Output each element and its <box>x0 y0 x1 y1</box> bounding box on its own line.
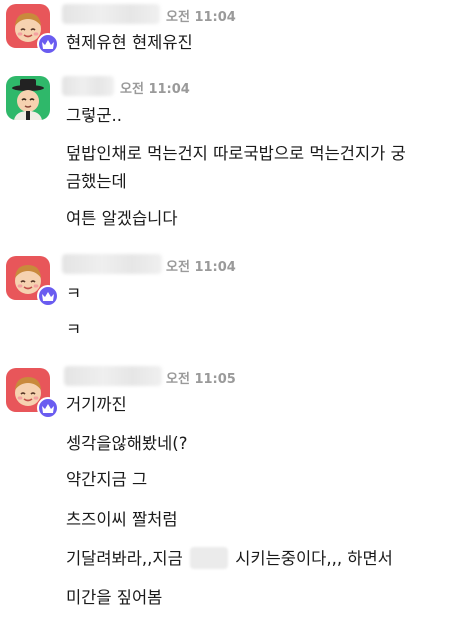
message-text: 기달려봐라,,지금 시키는중이다,,, 하면서 <box>66 547 393 571</box>
message-text: ㅋ <box>66 320 82 339</box>
message-time: 오전 11:05 <box>166 372 236 387</box>
sender-name-redacted <box>62 4 160 24</box>
message-text: 셍각을않해봤네(? <box>66 434 188 453</box>
message-text-part: 기달려봐라,,지금 <box>66 549 183 568</box>
message-text: 현제유현 현제유진 <box>66 33 193 52</box>
redacted-word <box>190 547 228 569</box>
crown-icon <box>37 397 59 419</box>
message-text: 덮밥인채로 먹는건지 따로국밥으로 먹는건지가 궁 <box>66 144 406 163</box>
message-time: 오전 11:04 <box>166 260 236 275</box>
message-text: ㅋ <box>66 284 82 303</box>
message-text: 약간지금 그 <box>66 470 148 489</box>
crown-icon <box>37 285 59 307</box>
message-time: 오전 11:04 <box>120 82 190 97</box>
message-time: 오전 11:04 <box>166 10 236 25</box>
message-text: 미간을 짚어봄 <box>66 588 163 607</box>
user-avatar-green-hat-icon[interactable] <box>6 76 50 120</box>
message-text-part: 시키는중이다,,, 하면서 <box>235 549 393 568</box>
crown-icon <box>37 33 59 55</box>
message-text: 거기까진 <box>66 395 127 414</box>
sender-name-redacted <box>62 76 114 96</box>
message-text: 여튼 알겠습니다 <box>66 209 178 228</box>
message-text: 그렇군.. <box>66 106 123 125</box>
chat-transcript: 오전 11:04 현제유현 현제유진 오전 11:04 그렇군.. 덮밥인채로 … <box>0 0 460 633</box>
sender-name-redacted <box>64 366 162 386</box>
message-text: 금했는데 <box>66 172 127 191</box>
message-text: 츠즈이씨 짤처럼 <box>66 510 178 529</box>
sender-name-redacted <box>62 254 162 274</box>
